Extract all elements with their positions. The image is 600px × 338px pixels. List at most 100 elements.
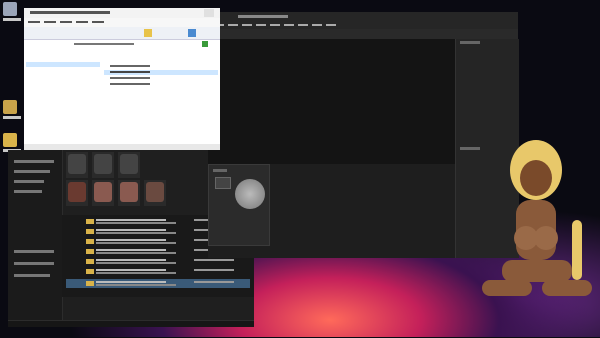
menu-item[interactable] [298,24,308,26]
file-name [110,83,150,85]
sidebar-item[interactable] [14,160,54,163]
sidebar-item[interactable] [14,180,44,183]
file-date [194,259,234,261]
thumbnail-item[interactable] [92,180,114,206]
folder-icon [86,239,94,244]
folder-icon [3,133,17,147]
toolbar-button[interactable] [144,29,152,37]
file-name [110,77,150,79]
tree-item[interactable] [26,62,100,67]
folder-icon [86,249,94,254]
image-thumbnail [146,182,164,202]
menu-item[interactable] [28,21,40,23]
image-thumbnail [68,182,86,202]
panel-label [460,41,480,44]
explorer-sidebar [8,150,63,320]
desktop-icon-label [3,18,21,21]
file-path [96,242,176,244]
file-row-selected[interactable] [104,70,218,75]
menu-item[interactable] [76,21,88,23]
sidebar-item[interactable] [14,274,50,277]
archiver-folder-tree [24,48,103,144]
folder-icon [3,100,17,114]
color-swatch[interactable] [215,177,231,189]
desktop-icon-1[interactable] [3,2,21,21]
address-path [74,43,134,45]
character-overlay [472,130,600,337]
menu-item[interactable] [60,21,72,23]
thumbnail-item[interactable] [92,152,114,178]
folder-icon [86,229,94,234]
folder-icon [86,259,94,264]
menu-item[interactable] [228,24,238,26]
go-button[interactable] [202,41,208,47]
file-row[interactable] [66,257,250,266]
menu-item[interactable] [256,24,266,26]
menu-item[interactable] [92,21,104,23]
desktop-icon-label [3,116,21,119]
window-title [30,11,110,14]
file-path [96,252,176,254]
file-name [96,259,166,261]
image-thumbnail [94,154,112,174]
thumbnail-item[interactable] [144,180,166,206]
file-path [96,262,176,264]
menu-item[interactable] [242,24,252,26]
file-path [96,284,176,286]
file-date [194,269,234,271]
file-name [110,71,150,73]
panel-label [213,169,227,172]
file-path [96,222,176,224]
desktop-icon-2[interactable] [3,100,21,119]
thumbnail-item[interactable] [118,152,140,178]
file-name [96,249,166,251]
folder-icon [86,281,94,286]
thumbnail-item[interactable] [66,180,88,206]
toolbar-button[interactable] [188,29,196,37]
archiver-toolbar [24,27,220,40]
sidebar-item[interactable] [14,170,50,173]
file-path [96,232,176,234]
menu-item[interactable] [44,21,56,23]
menu-item[interactable] [326,24,336,26]
file-row[interactable] [66,267,250,276]
file-row[interactable] [104,64,218,69]
file-row[interactable] [104,82,218,87]
folder-icon [86,219,94,224]
close-icon[interactable] [204,9,214,17]
sidebar-item[interactable] [14,250,54,253]
file-path [96,272,176,274]
folder-icon [3,2,17,16]
file-name [110,65,150,67]
color-panel [208,164,270,246]
sidebar-item[interactable] [14,190,42,193]
menu-item[interactable] [312,24,322,26]
menu-item[interactable] [284,24,294,26]
file-name [96,281,166,283]
character-illustration [482,140,592,296]
sidebar-item[interactable] [14,262,54,265]
archiver-status-bar [24,144,220,150]
image-thumbnail [68,154,86,174]
window-title [238,15,288,18]
archiver-title-bar [24,8,220,18]
file-row[interactable] [104,76,218,81]
image-thumbnail [120,182,138,202]
thumbnail-item[interactable] [118,180,140,206]
image-thumbnail [94,182,112,202]
thumbnail-item[interactable] [66,152,88,178]
file-row-selected[interactable] [66,279,250,288]
file-name [96,269,166,271]
file-name [96,219,166,221]
file-date [194,281,234,283]
paint-app-menu-bar [208,21,518,29]
folder-icon [86,269,94,274]
archiver-file-list [102,48,220,144]
file-name [96,229,166,231]
file-name [96,239,166,241]
image-thumbnail [120,154,138,174]
menu-item[interactable] [270,24,280,26]
explorer-status-bar [8,320,254,327]
canvas-area[interactable] [208,39,455,164]
color-wheel[interactable] [235,179,265,209]
